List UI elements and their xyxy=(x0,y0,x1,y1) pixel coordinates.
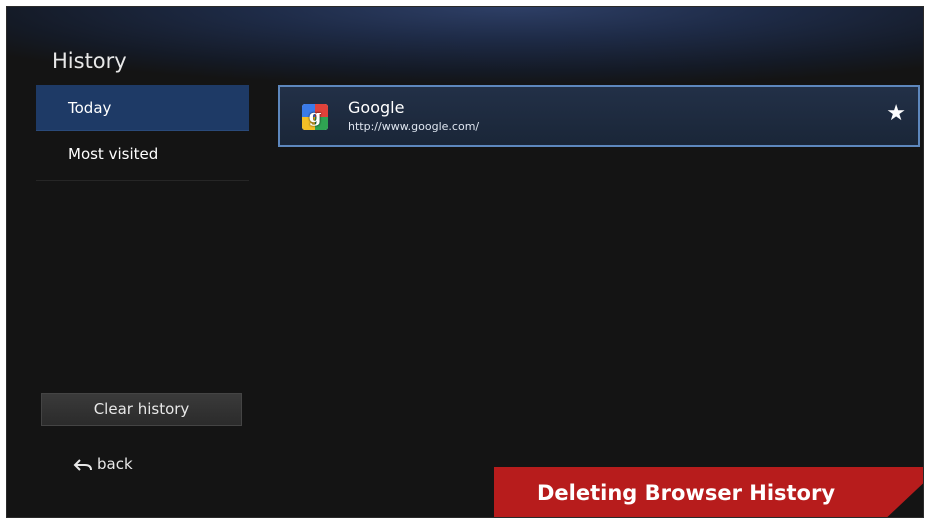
browser-screen: History Today Most visited g Google http… xyxy=(6,6,924,518)
sidebar-item-most-visited[interactable]: Most visited xyxy=(36,131,249,177)
history-item[interactable]: g Google http://www.google.com/ ★ xyxy=(278,85,920,147)
clear-history-button[interactable]: Clear history xyxy=(41,393,242,426)
header-band xyxy=(7,7,923,87)
back-label: back xyxy=(97,455,133,473)
sidebar-divider xyxy=(36,180,249,181)
bookmark-star-icon[interactable]: ★ xyxy=(886,101,906,126)
sidebar: Today Most visited xyxy=(36,85,249,181)
caption-banner: Deleting Browser History xyxy=(494,467,923,517)
history-item-title: Google xyxy=(348,98,405,117)
history-item-url: http://www.google.com/ xyxy=(348,120,480,133)
page-title: History xyxy=(52,49,127,73)
back-arrow-icon xyxy=(73,458,92,471)
back-button[interactable]: back xyxy=(73,455,133,473)
sidebar-item-today[interactable]: Today xyxy=(36,85,249,131)
google-favicon-icon: g xyxy=(302,104,328,130)
